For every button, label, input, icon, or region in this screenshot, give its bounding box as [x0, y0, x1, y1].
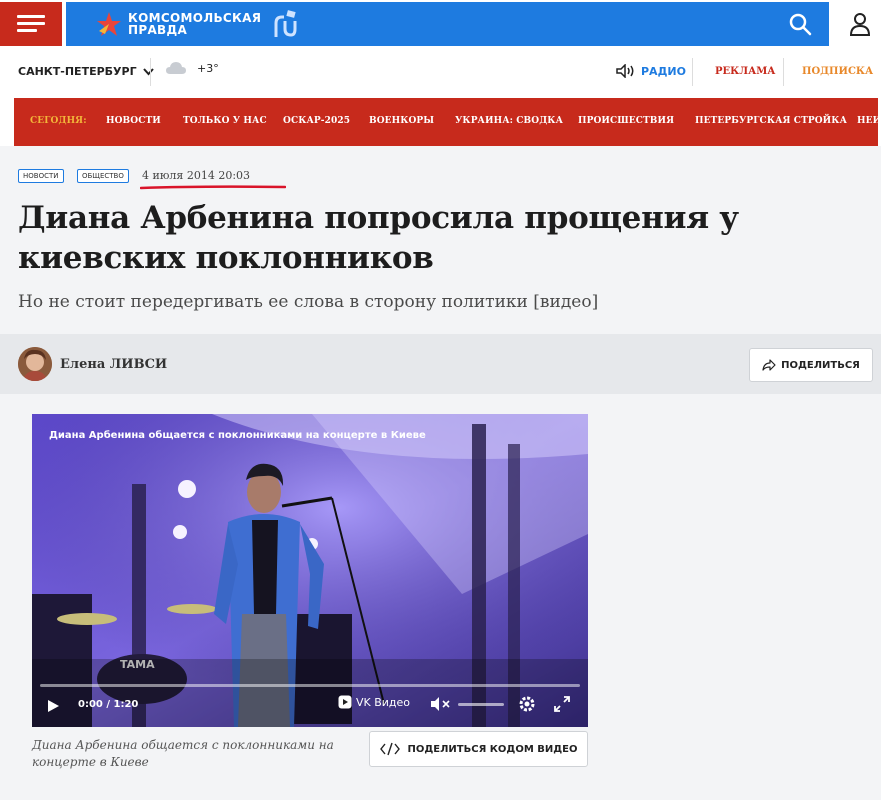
share-button[interactable]: ПОДЕЛИТЬСЯ [749, 348, 873, 382]
top-bar: КОМСОМОЛЬСКАЯ ПРАВДА [0, 0, 881, 46]
nav-item-exclusive[interactable]: ТОЛЬКО У НАС [183, 116, 267, 126]
cloud-icon [166, 62, 186, 74]
main-nav: СЕГОДНЯ: НОВОСТИ ТОЛЬКО У НАС ОСКАР-2025… [14, 98, 878, 146]
vk-video-label: VK Видео [356, 695, 411, 709]
city-label: САНКТ-ПЕТЕРБУРГ [18, 65, 137, 78]
share-label: ПОДЕЛИТЬСЯ [781, 359, 860, 371]
logo-text: КОМСОМОЛЬСКАЯ ПРАВДА [128, 11, 262, 37]
settings-icon[interactable] [518, 695, 536, 713]
author-bar: Елена ЛИВСИ ПОДЕЛИТЬСЯ [0, 334, 881, 394]
speaker-icon [616, 64, 634, 78]
site-logo[interactable]: КОМСОМОЛЬСКАЯ ПРАВДА [96, 8, 297, 40]
video-title: Диана Арбенина общается с поклонниками н… [49, 430, 426, 441]
video-time: 0:00 / 1:20 [78, 699, 139, 710]
embed-label: ПОДЕЛИТЬСЯ КОДОМ ВИДЕО [407, 743, 578, 755]
weather-widget[interactable]: +3° [165, 61, 219, 75]
video-controls: 0:00 / 1:20 VK Видео [32, 679, 588, 727]
author-name[interactable]: Елена ЛИВСИ [60, 357, 167, 372]
divider [783, 58, 784, 86]
user-icon[interactable] [846, 10, 874, 38]
avatar[interactable] [18, 347, 52, 381]
embed-code-button[interactable]: ПОДЕЛИТЬСЯ КОДОМ ВИДЕО [369, 731, 588, 767]
search-icon[interactable] [786, 10, 814, 38]
video-player[interactable]: TAMA Диана Арбенина общается с поклонник… [32, 414, 588, 727]
volume-slider[interactable] [458, 703, 504, 706]
nav-item-ukraine[interactable]: УКРАИНА: СВОДКА [455, 116, 563, 126]
article: НОВОСТИ ОБЩЕСТВО 4 июля 2014 20:03 Диана… [0, 146, 881, 800]
date-underline-annotation [140, 185, 286, 190]
fullscreen-icon[interactable] [554, 696, 570, 712]
nav-item-war-correspondents[interactable]: ВОЕНКОРЫ [369, 116, 434, 126]
video-progress-bar[interactable] [40, 684, 580, 687]
code-icon [379, 742, 400, 756]
divider [150, 58, 151, 86]
chevron-down-icon [142, 67, 154, 75]
nav-item-more[interactable]: НЕИ [857, 116, 878, 126]
menu-button[interactable] [0, 2, 62, 46]
vk-video-brand[interactable]: VK Видео [338, 695, 410, 709]
nav-item-oscar[interactable]: ОСКАР-2025 [283, 116, 350, 126]
tag-society[interactable]: ОБЩЕСТВО [77, 169, 129, 183]
nav-item-petersburg-construction[interactable]: ПЕТЕРБУРГСКАЯ СТРОЙКА [695, 116, 847, 126]
video-caption: Диана Арбенина общается с поклонниками н… [32, 738, 334, 769]
mute-icon[interactable] [430, 696, 452, 712]
subheader: САНКТ-ПЕТЕРБУРГ +3° РАДИО РЕКЛАМА ПОДПИС… [0, 46, 881, 98]
page-title: Диана Арбенина попросила прощения у киев… [18, 200, 739, 276]
header-bar: КОМСОМОЛЬСКАЯ ПРАВДА [66, 2, 829, 46]
radio-link[interactable]: РАДИО [615, 64, 686, 78]
play-icon[interactable] [46, 699, 60, 713]
nav-item-news[interactable]: НОВОСТИ [106, 116, 161, 126]
logo-ru-icon [274, 10, 297, 37]
menu-icon [17, 15, 45, 33]
article-date: 4 июля 2014 20:03 [142, 169, 251, 182]
nav-today-label: СЕГОДНЯ: [30, 116, 87, 126]
divider [692, 58, 693, 86]
city-selector[interactable]: САНКТ-ПЕТЕРБУРГ [18, 65, 154, 78]
vk-video-icon [338, 695, 352, 709]
ads-link[interactable]: РЕКЛАМА [715, 66, 775, 77]
radio-label: РАДИО [641, 64, 686, 78]
tag-news[interactable]: НОВОСТИ [18, 169, 64, 183]
article-subtitle: Но не стоит передергивать ее слова в сто… [18, 292, 599, 312]
subscribe-link[interactable]: ПОДПИСКА [802, 66, 873, 77]
logo-star-icon [97, 12, 121, 36]
nav-item-incidents[interactable]: ПРОИСШЕСТВИЯ [578, 116, 674, 126]
share-arrow-icon [762, 359, 776, 371]
temperature: +3° [197, 61, 219, 75]
